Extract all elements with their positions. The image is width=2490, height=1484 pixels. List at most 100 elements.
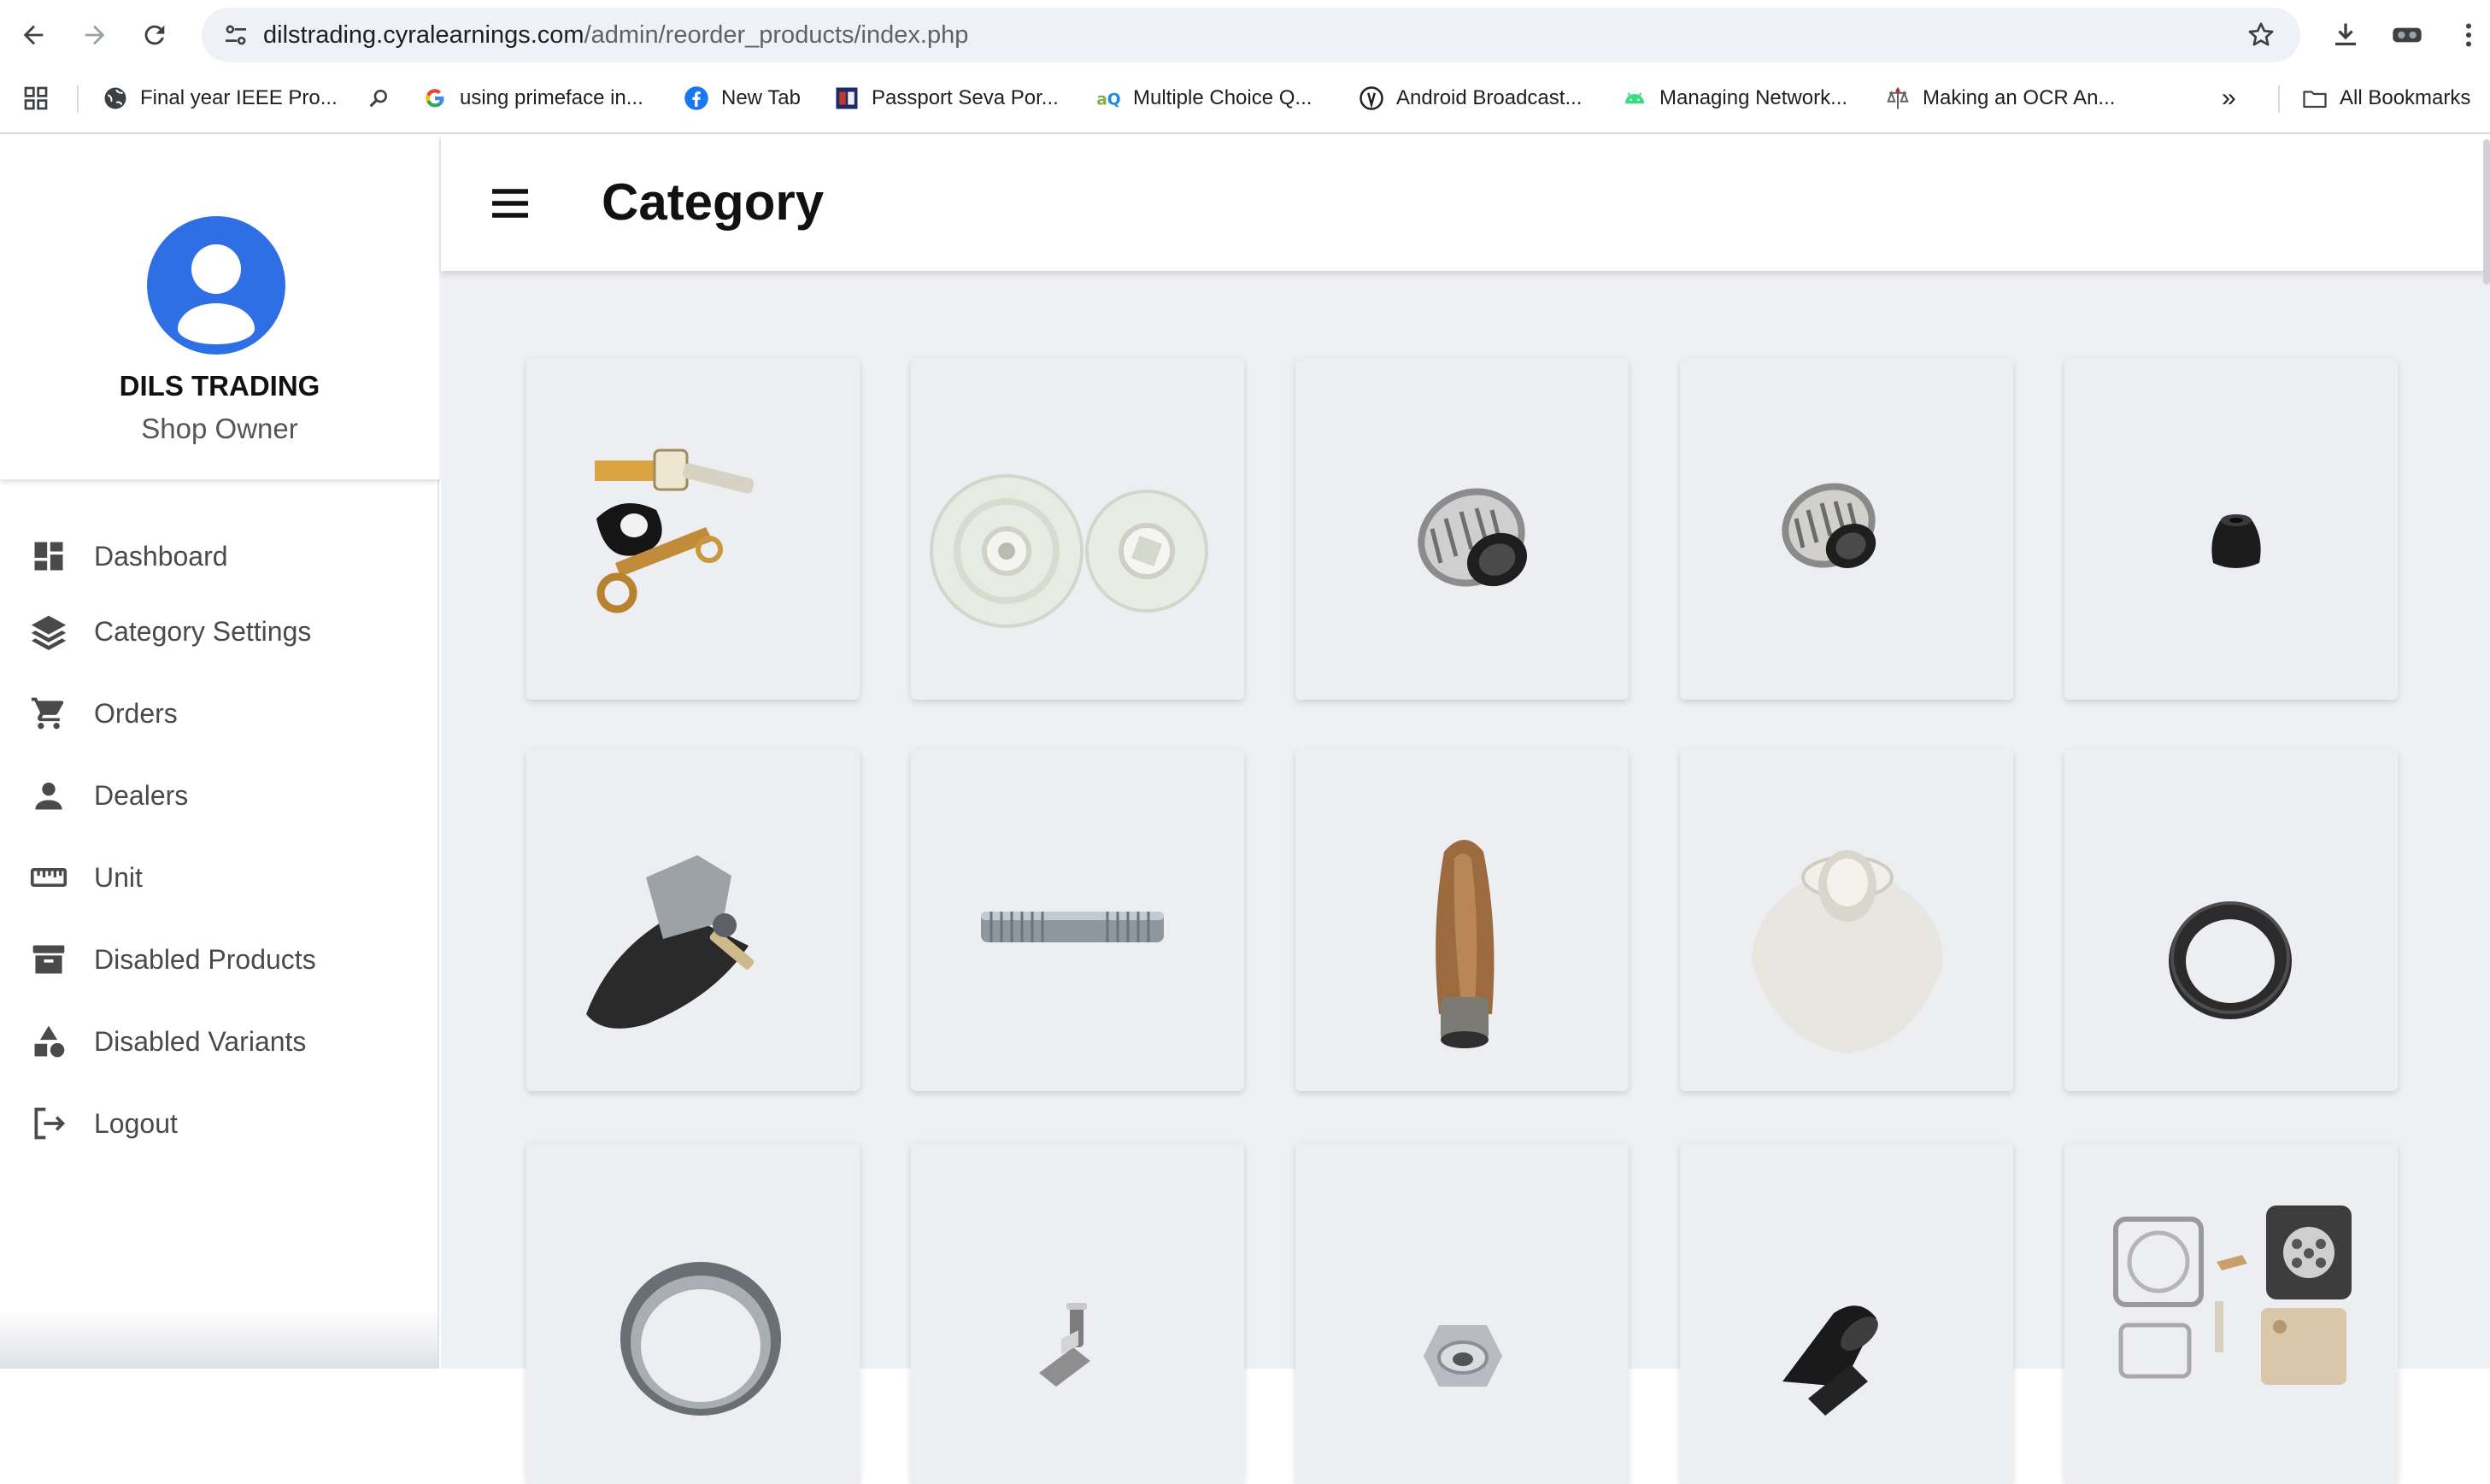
- product-card[interactable]: [1680, 749, 2013, 1091]
- cart-icon: [29, 696, 68, 730]
- profile-card: DILS TRADING Shop Owner: [0, 134, 439, 479]
- bookmark-multiple-choice[interactable]: aQ Multiple Choice Q...: [1095, 80, 1312, 116]
- product-card[interactable]: [1295, 358, 1629, 700]
- scrollbar[interactable]: [2483, 139, 2490, 284]
- sidebar-item-dealers[interactable]: Dealers: [0, 761, 439, 830]
- url-text[interactable]: dilstrading.cyralearnings.com/admin/reor…: [263, 8, 968, 62]
- profile-button[interactable]: [2386, 14, 2428, 56]
- logout-icon: [29, 1106, 68, 1141]
- product-card[interactable]: [526, 1142, 860, 1484]
- sidebar-item-orders[interactable]: Orders: [0, 679, 439, 748]
- bookmark-primeface[interactable]: using primeface in...: [422, 80, 643, 116]
- product-card[interactable]: [2064, 1142, 2398, 1484]
- bookmark-label: Passport Seva Por...: [872, 86, 1059, 109]
- sidebar: DILS TRADING Shop Owner Dashboard Catego…: [0, 134, 439, 1369]
- bookmark-final-year-ieee[interactable]: Final year IEEE Pro...: [103, 80, 338, 116]
- site-info-button[interactable]: [215, 15, 256, 56]
- sidebar-item-label: Logout: [94, 1108, 178, 1139]
- avatar[interactable]: [147, 216, 285, 355]
- product-card[interactable]: [1680, 358, 2013, 700]
- bookmark-new-tab[interactable]: New Tab: [684, 80, 801, 116]
- sidebar-item-logout[interactable]: Logout: [0, 1089, 439, 1158]
- url-path: /admin/reorder_products/index.php: [584, 21, 969, 49]
- search-icon: [366, 85, 391, 111]
- url-host: dilstrading.cyralearnings.com: [263, 21, 584, 49]
- threaded-stud-bolt-image: [981, 912, 1164, 942]
- product-card[interactable]: [911, 1142, 1244, 1484]
- needle-roller-bearing-image: [1418, 488, 1528, 587]
- person-icon: [29, 778, 68, 812]
- folder-icon: [2302, 85, 2328, 111]
- product-card[interactable]: [526, 358, 860, 700]
- user-avatar-icon: [178, 244, 255, 344]
- all-bookmarks-label: All Bookmarks: [2340, 86, 2471, 109]
- wooden-file-handle-image: [1436, 840, 1495, 1048]
- hex-nut-washer-image: [1424, 1325, 1502, 1387]
- browser-menu-button[interactable]: [2447, 14, 2490, 56]
- needle-roller-bearing-small-image: [1782, 483, 1876, 568]
- more-vert-icon: [2466, 23, 2471, 47]
- apps-grid-icon: [24, 86, 48, 110]
- pipe-fitting-image: [1039, 1303, 1090, 1387]
- product-card[interactable]: [1680, 1142, 2013, 1484]
- plastic-bushing-image: [1752, 850, 1943, 1053]
- downloads-button[interactable]: [2324, 14, 2367, 56]
- main-content: Category: [441, 134, 2490, 1484]
- product-card[interactable]: [911, 358, 1244, 700]
- archive-icon: [29, 942, 68, 977]
- product-card[interactable]: [1295, 1142, 1629, 1484]
- chevron-double-right-icon: »: [2222, 84, 2236, 112]
- product-card[interactable]: [1295, 749, 1629, 1091]
- back-button[interactable]: [12, 14, 55, 56]
- product-card[interactable]: [2064, 358, 2398, 700]
- tune-icon: [226, 25, 246, 45]
- product-card[interactable]: [526, 749, 860, 1091]
- svg-text:a: a: [1096, 91, 1107, 109]
- sidebar-item-disabled-variants[interactable]: Disabled Variants: [0, 1007, 439, 1076]
- bookmarks-divider-right: [2278, 85, 2280, 113]
- bookmark-label: Managing Network...: [1659, 86, 1848, 109]
- page-title: Category: [602, 173, 825, 231]
- more-bookmarks-button[interactable]: »: [2222, 80, 2236, 116]
- android-icon: [1622, 85, 1647, 111]
- apps-button[interactable]: [22, 80, 50, 116]
- address-bar[interactable]: dilstrading.cyralearnings.com/admin/reor…: [202, 8, 2300, 62]
- sidebar-item-label: Dealers: [94, 780, 189, 811]
- all-bookmarks-button[interactable]: All Bookmarks: [2302, 80, 2470, 116]
- android-broadcast-icon: [1359, 85, 1384, 111]
- product-card[interactable]: [911, 749, 1244, 1091]
- carburetor-gasket-kit-image: [2113, 1205, 2352, 1385]
- reload-button[interactable]: [133, 14, 176, 56]
- bookmark-managing-network[interactable]: Managing Network...: [1622, 80, 1847, 116]
- menu-toggle-button[interactable]: [484, 177, 537, 230]
- sidebar-item-category-settings[interactable]: Category Settings: [0, 597, 439, 666]
- bookmarks-bar: Final year IEEE Pro... using primeface i…: [0, 70, 2490, 126]
- sidebar-bottom-shadow: [0, 1309, 439, 1369]
- sidebar-item-unit[interactable]: Unit: [0, 843, 439, 912]
- page-header: Category: [441, 134, 2490, 284]
- forward-button[interactable]: [73, 14, 116, 56]
- sidebar-item-label: Disabled Variants: [94, 1026, 307, 1057]
- sidebar-item-dashboard[interactable]: Dashboard: [0, 522, 439, 590]
- bookmark-android-broadcast[interactable]: Android Broadcast...: [1359, 80, 1582, 116]
- sidebar-item-disabled-products[interactable]: Disabled Products: [0, 925, 439, 994]
- aq-icon: aQ: [1095, 85, 1121, 111]
- bookmark-label: New Tab: [721, 86, 801, 109]
- bookmark-label: Final year IEEE Pro...: [140, 86, 338, 109]
- arrow-left-icon: [23, 25, 44, 45]
- bookmark-passport-seva[interactable]: Passport Seva Por...: [834, 80, 1059, 116]
- metal-ring-image: [620, 1262, 781, 1416]
- bookmark-label: using primeface in...: [460, 86, 643, 109]
- ocr-icon: [1885, 85, 1911, 111]
- facebook-icon: [684, 85, 709, 111]
- bookmarks-divider: [77, 85, 79, 113]
- sidebar-item-label: Orders: [94, 698, 178, 729]
- product-card[interactable]: [2064, 749, 2398, 1091]
- category-icon: [29, 1024, 68, 1059]
- google-icon: [422, 85, 448, 111]
- bookmark-making-ocr[interactable]: Making an OCR An...: [1885, 80, 2115, 116]
- black-rubber-cap-image: [2211, 514, 2261, 568]
- bookmark-star-button[interactable]: [2244, 18, 2278, 52]
- browser-toolbar: dilstrading.cyralearnings.com/admin/reor…: [0, 0, 2490, 70]
- bookmark-search[interactable]: [366, 80, 403, 116]
